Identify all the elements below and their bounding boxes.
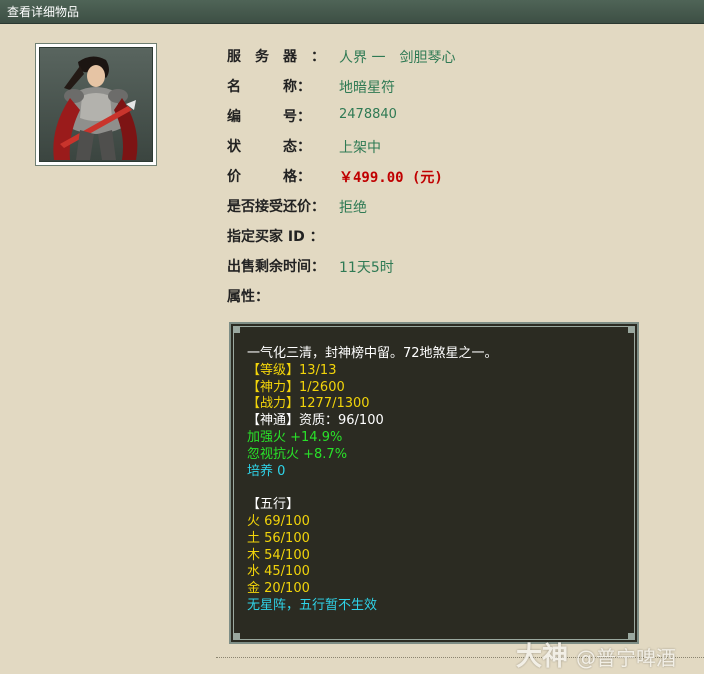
attributes-panel: 一气化三清，封神榜中留。72地煞星之一。 【等级】13/13 【神力】1/2600 【… <box>229 322 639 644</box>
item-image <box>39 47 153 162</box>
window-titlebar: 查看详细物品 <box>0 0 704 24</box>
attribute-line: 【神通】资质：96/100 <box>247 413 384 429</box>
attribute-line: 一气化三清，封神榜中留。72地煞星之一。 <box>247 346 498 361</box>
attribute-line: 木 54/100 <box>247 547 310 563</box>
attribute-line: 火 69/100 <box>247 513 310 529</box>
item-image-frame <box>35 43 157 166</box>
field-label: 出售剩余时间： <box>227 259 325 275</box>
panel-corner <box>233 326 240 333</box>
field-label: 状 态： <box>227 139 311 155</box>
field-value: 11天5时 <box>339 260 394 276</box>
field-price: 价 格： ￥499.00 (元) <box>227 166 667 186</box>
field-label: 编 号： <box>227 109 311 125</box>
attribute-line: 无星阵，五行暂不生效 <box>247 597 378 613</box>
field-label: 指定买家 ID ： <box>227 229 324 245</box>
price-value: ￥499.00 (元) <box>339 170 443 186</box>
field-value: 人界 一 剑胆琴心 <box>339 50 456 66</box>
field-value: 地暗星符 <box>339 80 395 96</box>
attribute-line <box>247 480 627 497</box>
watermark-brand: 大神 <box>516 642 569 672</box>
attribute-line: 水 45/100 <box>247 564 310 580</box>
watermark-handle: @普宁啤酒 <box>576 646 677 670</box>
field-buyer: 指定买家 ID ： <box>227 226 667 245</box>
warrior-portrait-icon <box>40 48 152 161</box>
field-status: 状 态： 上架中 <box>227 136 667 156</box>
window-title: 查看详细物品 <box>7 5 80 19</box>
attribute-line: 培养 0 <box>247 463 286 479</box>
attribute-line: 【战力】1277/1300 <box>247 396 370 412</box>
attribute-line: 【等级】13/13 <box>247 362 337 378</box>
field-name: 名 称： 地暗星符 <box>227 76 667 96</box>
attribute-line: 加强火 +14.9% <box>247 429 343 445</box>
field-bargain: 是否接受还价： 拒绝 <box>227 196 667 216</box>
panel-corner <box>233 633 240 640</box>
attribute-line: 忽视抗火 +8.7% <box>247 446 348 462</box>
field-value: 2478840 <box>339 107 397 122</box>
attribute-line: 土 56/100 <box>247 530 310 546</box>
panel-corner <box>628 326 635 333</box>
field-value: 拒绝 <box>339 200 367 216</box>
watermark: 大神 @普宁啤酒 <box>516 636 676 673</box>
field-attributes: 属性： <box>227 286 667 305</box>
field-label: 是否接受还价： <box>227 199 325 215</box>
field-label: 名 称： <box>227 79 311 95</box>
field-label: 属性： <box>227 289 269 305</box>
attributes-text: 一气化三清，封神榜中留。72地煞星之一。 【等级】13/13 【神力】1/2600 【… <box>247 346 627 615</box>
attribute-line: 金 20/100 <box>247 581 310 597</box>
field-label: 价 格： <box>227 169 311 185</box>
field-server: 服 务 器 ： 人界 一 剑胆琴心 <box>227 46 667 66</box>
field-id: 编 号： 2478840 <box>227 106 667 125</box>
field-value: 上架中 <box>339 140 381 156</box>
attribute-line: 【神力】1/2600 <box>247 379 345 395</box>
field-remaining-time: 出售剩余时间： 11天5时 <box>227 256 667 276</box>
field-label: 服 务 器 ： <box>227 49 325 65</box>
attribute-line: 【五行】 <box>247 497 300 513</box>
